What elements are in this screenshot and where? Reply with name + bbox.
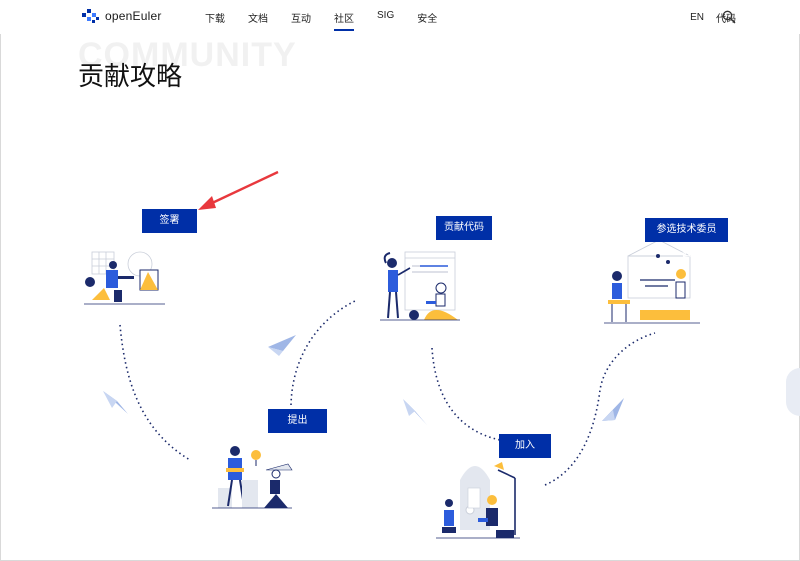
sign-cla-button[interactable]: 签署CLA [142, 209, 197, 250]
sig-illustration [436, 462, 520, 539]
code-illustration [380, 251, 460, 321]
side-scroll-tab[interactable] [786, 368, 800, 416]
paper-plane-icon [403, 399, 427, 425]
flow-path-code-to-sig [431, 347, 501, 441]
contribution-diagram [84, 170, 700, 539]
paper-plane-icon [268, 335, 296, 356]
flow-path-issue-to-code [290, 299, 358, 406]
flow-path-sig-to-committee [544, 332, 656, 486]
paper-plane-icon [103, 391, 128, 414]
submit-issue-button[interactable]: 提出Issue [268, 409, 327, 450]
flow-path-cla-to-issue [119, 324, 191, 461]
paper-plane-icon [602, 398, 624, 421]
issue-illustration [212, 446, 293, 509]
join-sig-button[interactable]: 加入SIG [499, 434, 551, 475]
red-arrow [198, 170, 279, 210]
join-committee-button[interactable]: 参选技术委员会 [645, 218, 728, 259]
contribute-code-button[interactable]: 贡献代码 [436, 216, 492, 240]
cla-illustration [84, 251, 165, 305]
